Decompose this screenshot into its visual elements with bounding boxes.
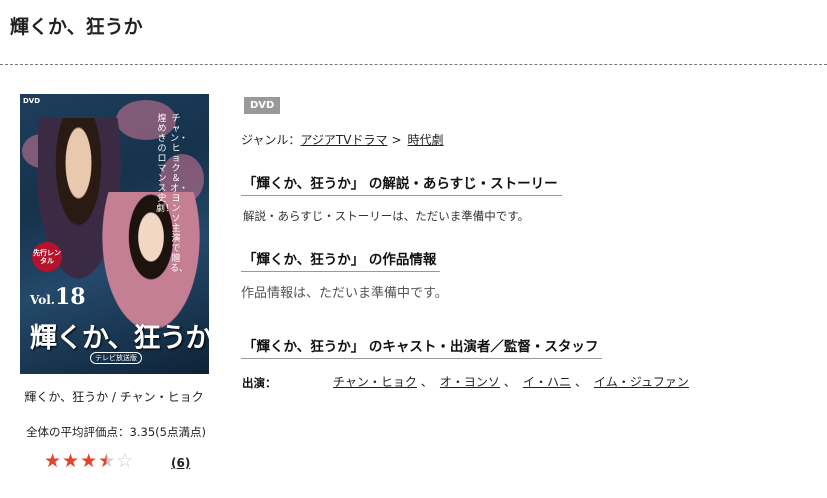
- genre-link-asian-tv-drama[interactable]: アジアTVドラマ: [300, 133, 387, 147]
- poster-subtitle: テレビ放送版: [90, 352, 142, 364]
- poster-volume: Vol.18: [30, 284, 86, 310]
- star-half-icon: ★: [98, 450, 116, 472]
- review-count: (6): [171, 456, 190, 470]
- cast-link[interactable]: チャン・ヒョク: [333, 375, 417, 389]
- poster-volume-number: 18: [54, 284, 86, 310]
- cast-separator: 、: [574, 375, 587, 389]
- review-count-link[interactable]: (6): [171, 456, 190, 470]
- star-full-icon: ★: [44, 450, 62, 472]
- poster-title: 輝くか、狂うか: [30, 323, 209, 354]
- cast-separator: 、: [420, 375, 433, 389]
- format-badge: DVD: [244, 97, 281, 114]
- work-info-text: 作品情報は、ただいま準備中です。: [241, 286, 448, 301]
- item-caption: 輝くか、狂うか / チャン・ヒョク: [24, 390, 204, 404]
- poster-format-mark: DVD: [23, 97, 41, 105]
- genre-link-period-drama[interactable]: 時代劇: [408, 133, 444, 147]
- page-title: 輝くか、狂うか: [10, 16, 143, 38]
- poster-tagline: チャン・ヒョク＆オ・ヨンソ主演で贈る、: [170, 114, 189, 274]
- poster-volume-prefix: Vol.: [30, 293, 55, 307]
- cast-link[interactable]: イム・ジュファン: [594, 375, 689, 389]
- cast-list: チャン・ヒョク、オ・ヨンソ、イ・ハニ、イム・ジュファン: [333, 373, 689, 390]
- breadcrumb-separator: >: [391, 133, 402, 147]
- star-empty-icon: ☆: [116, 450, 134, 472]
- poster-badge: 先行レンタル: [32, 242, 62, 272]
- cast-heading: 「輝くか、狂うか」 のキャスト・出演者／監督・スタッフ: [241, 335, 603, 359]
- cast-separator: 、: [503, 375, 516, 389]
- star-full-icon: ★: [62, 450, 80, 472]
- cast-link[interactable]: オ・ヨンソ: [440, 375, 500, 389]
- genre-label: ジャンル：: [241, 133, 301, 147]
- star-full-icon: ★: [80, 450, 98, 472]
- genre-line: ジャンル：アジアTVドラマ > 時代劇: [241, 131, 444, 148]
- story-heading: 「輝くか、狂うか」 の解説・あらすじ・ストーリー: [241, 172, 562, 196]
- cast-label: 出演：: [242, 376, 277, 390]
- poster-tagline: 煌めきのロマンス史劇！: [156, 114, 175, 214]
- cast-link[interactable]: イ・ハニ: [523, 375, 571, 389]
- rating-stars: ★ ★ ★ ★ ☆: [44, 451, 133, 471]
- dvd-cover-image[interactable]: チャン・ヒョク＆オ・ヨンソ主演で贈る、 煌めきのロマンス史劇！ DVD 先行レン…: [20, 94, 209, 374]
- average-rating-text: 全体の平均評価点：3.35(5点満点): [26, 425, 206, 439]
- story-text: 解説・あらすじ・ストーリーは、ただいま準備中です。: [243, 209, 530, 223]
- header-divider: [0, 64, 827, 65]
- work-info-heading: 「輝くか、狂うか」 の作品情報: [241, 248, 441, 272]
